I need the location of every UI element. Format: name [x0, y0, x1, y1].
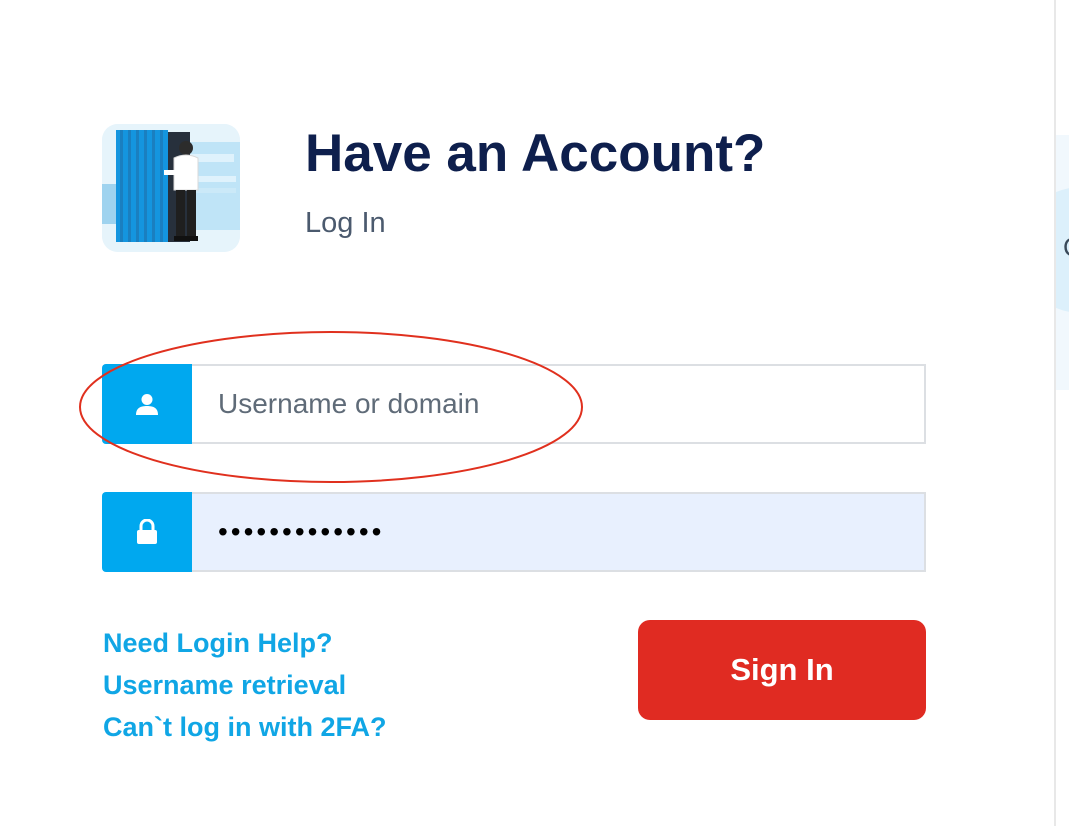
need-login-help-link[interactable]: Need Login Help? [103, 622, 386, 664]
username-input[interactable] [192, 364, 926, 444]
door-person-illustration-icon [102, 124, 240, 252]
cant-login-2fa-link[interactable]: Can`t log in with 2FA? [103, 706, 386, 748]
username-group [102, 364, 926, 444]
username-addon [102, 364, 192, 444]
password-input[interactable] [192, 492, 926, 572]
page-title: Have an Account? [305, 124, 766, 183]
help-links: Need Login Help? Username retrieval Can`… [103, 622, 386, 748]
side-panel: C [1054, 0, 1069, 826]
user-icon [136, 394, 158, 415]
page-subtitle: Log In [305, 207, 386, 239]
password-addon [102, 492, 192, 572]
login-illustration [102, 124, 240, 252]
lock-icon [137, 519, 157, 544]
sign-in-button[interactable]: Sign In [638, 620, 926, 720]
password-group [102, 492, 926, 572]
side-panel-bubble-text: C [1063, 232, 1069, 263]
login-page: Have an Account? Log In Need Login Help?… [0, 0, 1069, 826]
username-retrieval-link[interactable]: Username retrieval [103, 664, 386, 706]
